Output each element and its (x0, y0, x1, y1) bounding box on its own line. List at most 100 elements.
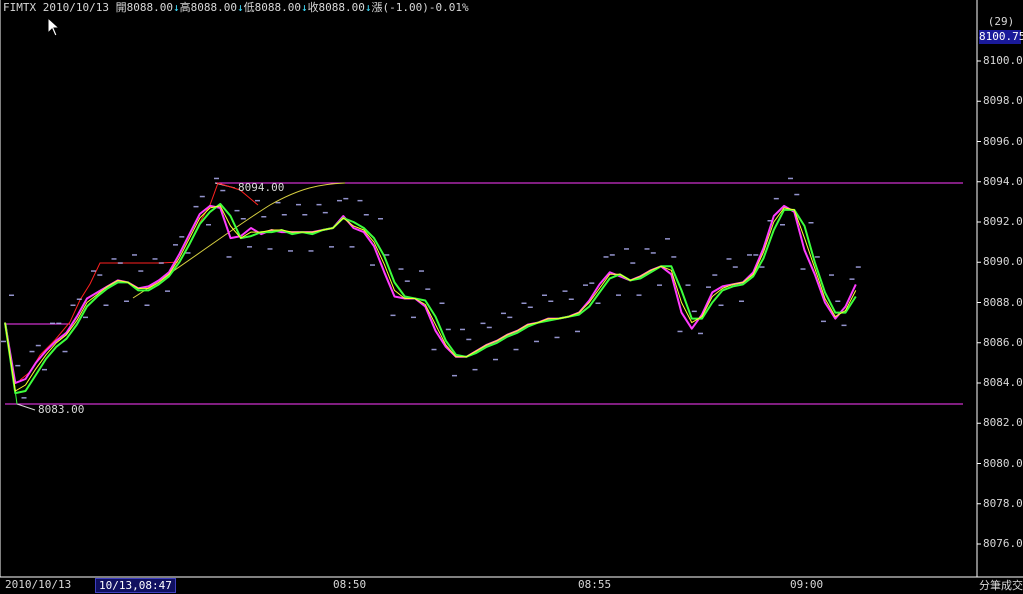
tick-dot (343, 197, 349, 200)
tick-dot (76, 298, 82, 300)
tick-dot (706, 286, 711, 288)
tick-dot (814, 256, 820, 258)
tick-dot (302, 214, 308, 216)
tick-dot (398, 268, 404, 270)
tick-dot (117, 262, 123, 264)
tick-dot (370, 264, 375, 266)
y-tick-label: 8096.0 (983, 134, 1023, 148)
y-tick-label: 8086.0 (983, 335, 1023, 349)
series-line (4, 202, 857, 395)
tick-dot (534, 340, 539, 343)
tick-dot (665, 238, 670, 240)
tick-dot (50, 322, 55, 325)
tick-dot (759, 266, 765, 268)
tick-dot (1, 340, 6, 343)
tick-dot (247, 246, 252, 248)
tick-dot (562, 290, 568, 292)
tick-dot (111, 258, 117, 260)
tick-dot (378, 218, 383, 220)
high-value-label: 8094.00 (238, 181, 285, 194)
y-tick-label: 8078.0 (983, 496, 1023, 510)
tick-dot (42, 368, 47, 371)
tick-dot (808, 222, 814, 224)
series-lines (4, 202, 857, 395)
tick-dot (316, 203, 322, 206)
tick-dot (472, 368, 478, 371)
tick-dot (226, 256, 232, 258)
y-tick-label: 8090.0 (983, 255, 1023, 269)
tick-dot (583, 284, 588, 286)
tick-dot (97, 274, 103, 276)
plot-area[interactable] (0, 0, 1023, 594)
tick-dot (691, 310, 697, 313)
tick-dot (486, 326, 492, 329)
tick-dot (542, 294, 547, 296)
tick-dot (363, 214, 369, 216)
close-label: 收8088.00 (307, 1, 365, 14)
tick-dot (773, 197, 779, 200)
close-arrow-icon: ↓ (364, 1, 372, 14)
tick-dot (644, 248, 650, 250)
tick-dot (609, 254, 615, 256)
tick-dot (390, 314, 396, 317)
tick-dot (466, 338, 472, 341)
low-label-leader (16, 403, 36, 411)
tick-dot (103, 304, 109, 306)
open-arrow-icon: ↓ (172, 1, 180, 14)
tick-dot (337, 199, 342, 202)
date-label: 2010/10/13 (42, 1, 109, 14)
x-tick-label: 08:50 (333, 578, 367, 591)
tick-dot (185, 252, 191, 254)
low-arrow-icon: ↓ (300, 1, 308, 14)
y-tick-label: 8080.0 (983, 456, 1023, 470)
tick-dot (829, 274, 834, 276)
y-tick-label: 8098.0 (983, 94, 1023, 108)
tick-dot (712, 274, 718, 276)
tick-dot (296, 203, 301, 206)
tick-dot (431, 348, 437, 351)
tick-dot (835, 300, 841, 302)
tick-dot (132, 254, 137, 256)
tick-dot (165, 290, 170, 292)
tick-dot (158, 262, 164, 264)
tick-dot (35, 344, 41, 347)
y-tick-marks (977, 60, 981, 545)
high-label: 高8088.00 (179, 1, 237, 14)
tick-dot (240, 218, 246, 220)
tick-dot (855, 266, 861, 268)
tick-dot (214, 177, 219, 180)
current-price-box: 8100.75 (979, 30, 1023, 44)
tick-dot (15, 364, 21, 367)
tick-dot (849, 278, 855, 280)
tick-dot (439, 302, 445, 304)
tick-dot (193, 205, 199, 208)
x-axis-date: 2010/10/13 (5, 578, 72, 591)
tick-dots (1, 177, 861, 399)
tick-dot (480, 322, 486, 325)
tick-dot (56, 322, 62, 325)
tick-dot (624, 248, 629, 250)
y-tick-label: 8088.0 (983, 295, 1023, 309)
tick-dot (124, 300, 129, 302)
tick-dot (404, 280, 410, 282)
tick-dot (152, 258, 158, 260)
tick-dot (425, 288, 431, 290)
tick-dot (419, 270, 424, 272)
x-tick-label: 08:55 (578, 578, 612, 591)
mouse-pointer-icon (47, 17, 61, 37)
tick-dot (308, 250, 314, 252)
change-label: 漲(-1.00)-0.01% (371, 1, 469, 14)
tick-dot (261, 216, 267, 218)
high-arrow-icon: ↓ (236, 1, 244, 14)
tick-dot (753, 254, 759, 256)
y-tick-label: 8092.0 (983, 215, 1023, 228)
tick-dot (718, 304, 724, 306)
series-line (4, 204, 857, 384)
tick-dot (255, 199, 260, 202)
tick-dot (220, 189, 226, 192)
tick-dot (630, 262, 636, 264)
tick-dot (677, 330, 683, 333)
tick-dot (452, 374, 457, 377)
tick-count-badge: (29) (987, 15, 1015, 28)
tick-dot (698, 332, 703, 335)
